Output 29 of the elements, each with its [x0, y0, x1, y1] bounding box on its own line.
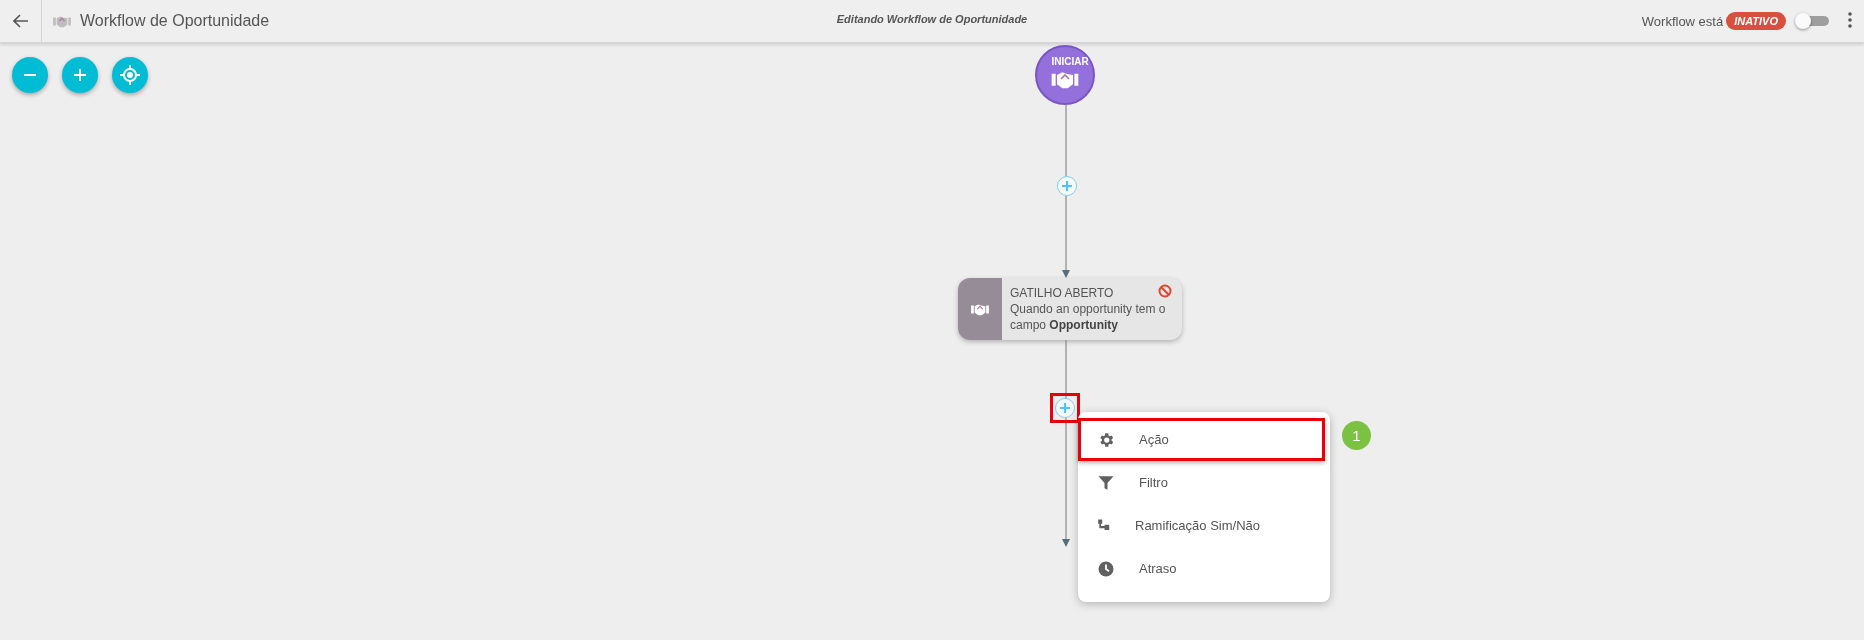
- workflow-title: Workflow de Oportunidade: [80, 12, 270, 30]
- back-arrow-icon: [12, 14, 29, 28]
- menu-item[interactable]: Atraso: [1078, 547, 1330, 590]
- recenter-button[interactable]: [112, 57, 148, 93]
- plus-icon: [1061, 180, 1073, 192]
- crosshair-icon: [120, 65, 140, 85]
- trigger-node[interactable]: GATILHO ABERTO Quando an opportunity tem o campo Opportunity: [958, 278, 1182, 340]
- zoom-out-button[interactable]: [12, 57, 48, 93]
- menu-item[interactable]: Filtro: [1078, 461, 1330, 504]
- funnel-icon: [1097, 473, 1115, 492]
- add-step-button[interactable]: [1057, 176, 1077, 196]
- status-badge: INATIVO: [1726, 12, 1786, 30]
- menu-item[interactable]: Ramificação Sim/Não: [1078, 504, 1330, 547]
- plus-icon: [1059, 402, 1071, 414]
- status-toggle[interactable]: [1795, 13, 1829, 29]
- menu-item[interactable]: Ação: [1078, 418, 1325, 461]
- trigger-description: Quando an opportunity tem o campo Opportunity: [1010, 301, 1167, 333]
- step-number-badge: 1: [1342, 421, 1371, 450]
- clock-icon: [1097, 559, 1115, 578]
- hierarchy-icon: [1097, 518, 1111, 533]
- zoom-in-button[interactable]: [62, 57, 98, 93]
- plus-icon: [73, 68, 87, 82]
- prohibited-icon: [1158, 284, 1172, 298]
- start-node[interactable]: INICIAR: [1035, 45, 1095, 105]
- editing-subtitle: Editando Workflow de Oportunidade: [836, 13, 1028, 25]
- trigger-title: GATILHO ABERTO: [1010, 286, 1114, 300]
- add-step-button[interactable]: [1055, 398, 1075, 418]
- more-menu-button[interactable]: [1846, 12, 1854, 30]
- status-label: Workflow está: [1641, 13, 1724, 29]
